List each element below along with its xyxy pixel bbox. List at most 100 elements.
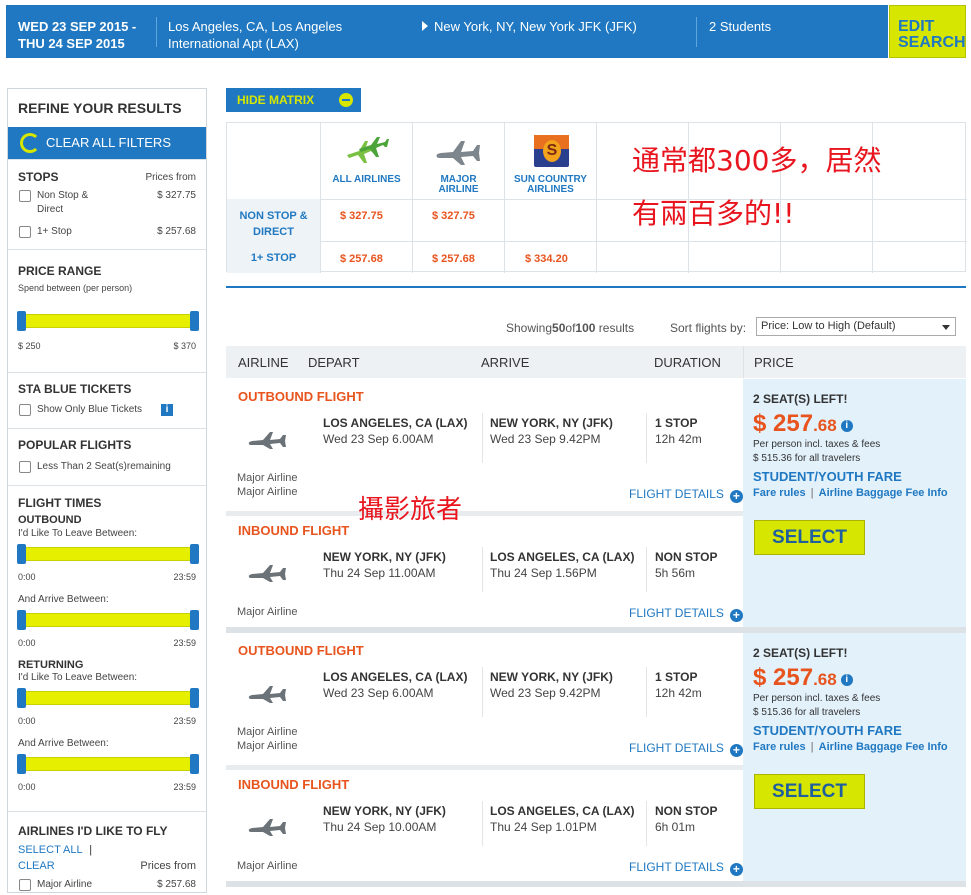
flight-details-link[interactable]: FLIGHT DETAILS + [629, 741, 743, 757]
select-button[interactable]: SELECT [754, 774, 865, 809]
slider-max-handle[interactable] [190, 754, 199, 774]
fare-type: STUDENT/YOUTH FARE [753, 469, 902, 484]
non-stop-checkbox[interactable] [19, 190, 31, 202]
select-all-link[interactable]: SELECT ALL [18, 844, 82, 856]
divider [696, 17, 697, 47]
col-price[interactable]: PRICE [754, 355, 794, 370]
return-date: THU 24 SEP 2015 [18, 36, 125, 51]
plane-icon [248, 432, 286, 449]
sort-label: Sort flights by: [670, 321, 747, 335]
matrix-price[interactable]: $ 334.20 [525, 253, 568, 265]
sidebar-title: REFINE YOUR RESULTS [18, 100, 182, 116]
divider [482, 547, 483, 592]
col-airline[interactable]: AIRLINE [238, 355, 289, 370]
all-airlines-header[interactable]: ALL AIRLINES [321, 175, 412, 185]
grid-line [504, 123, 505, 273]
matrix-price[interactable]: $ 327.75 [340, 210, 383, 222]
col-duration[interactable]: DURATION [654, 355, 721, 370]
returning-leave-slider[interactable] [17, 688, 199, 708]
airline-name: Major Airline [237, 606, 298, 618]
flight-details-link[interactable]: FLIGHT DETAILS + [629, 487, 743, 503]
info-icon[interactable]: i [840, 420, 853, 432]
matrix-price[interactable]: $ 257.68 [432, 253, 475, 265]
flight-details-link[interactable]: FLIGHT DETAILS + [629, 860, 743, 876]
baggage-fee-link[interactable]: Airline Baggage Fee Info [819, 741, 948, 753]
non-stop-row-header[interactable]: NON STOP & DIRECT [227, 208, 320, 240]
outbound-label: OUTBOUND FLIGHT [238, 643, 364, 658]
depart-time: Thu 24 Sep 10.00AM [323, 820, 437, 834]
slider-max-handle[interactable] [190, 544, 199, 564]
inbound-label: INBOUND FLIGHT [238, 523, 350, 538]
showing-label: Showing [506, 321, 553, 335]
stops: NON STOP [655, 804, 718, 818]
destination: New York, NY, New York JFK (JFK) [422, 18, 637, 35]
destination-text: New York, NY, New York JFK (JFK) [434, 19, 637, 34]
popular-checkbox[interactable] [19, 461, 31, 473]
airline-price-matrix: S ALL AIRLINES MAJOR AIRLINE SUN COUNTRY… [226, 122, 967, 273]
slider-max-handle[interactable] [190, 610, 199, 630]
col-depart[interactable]: DEPART [308, 355, 360, 370]
popular-label: Less Than 2 Seat(s)remaining [37, 461, 171, 472]
fare-rules-link[interactable]: Fare rules [753, 487, 806, 499]
slider-min-handle[interactable] [17, 544, 26, 564]
returning-arrive-slider[interactable] [17, 754, 199, 774]
slider-max-handle[interactable] [190, 311, 199, 331]
depart-city: LOS ANGELES, CA (LAX) [323, 416, 468, 430]
price-cents: .68 [813, 416, 837, 435]
flight-times-filter: FLIGHT TIMES OUTBOUND I'd Like To Leave … [8, 485, 206, 810]
hide-matrix-button[interactable]: HIDE MATRIX [226, 88, 361, 112]
divider [646, 801, 647, 846]
of-label: of [565, 321, 576, 335]
major-airline-label-2: AIRLINE [438, 184, 479, 195]
duration: 12h 42m [655, 432, 702, 446]
flight-details-link[interactable]: FLIGHT DETAILS + [629, 606, 743, 622]
select-button[interactable]: SELECT [754, 520, 865, 555]
results-table-header: AIRLINE DEPART ARRIVE DURATION PRICE [226, 346, 966, 378]
origin: Los Angeles, CA, Los Angeles Internation… [168, 18, 342, 52]
baggage-fee-link[interactable]: Airline Baggage Fee Info [819, 487, 948, 499]
slider-min-handle[interactable] [17, 754, 26, 774]
search-summary-bar: WED 23 SEP 2015 - THU 24 SEP 2015 Los An… [6, 5, 888, 58]
slider-min-handle[interactable] [17, 610, 26, 630]
edit-search-button[interactable]: EDIT SEARCH [889, 5, 966, 58]
stops-title: STOPS [18, 170, 59, 184]
time-start: 0:00 [18, 572, 36, 582]
major-airline-checkbox[interactable] [19, 879, 31, 891]
outbound-arrive-slider[interactable] [17, 610, 199, 630]
outbound-leave-slider[interactable] [17, 544, 199, 564]
fare-rules-link[interactable]: Fare rules [753, 741, 806, 753]
arrive-time: Wed 23 Sep 9.42PM [490, 686, 601, 700]
popular-title: POPULAR FLIGHTS [18, 438, 132, 452]
major-airline-header[interactable]: MAJOR AIRLINE [413, 175, 504, 195]
clear-airlines-link[interactable]: CLEAR [18, 860, 55, 872]
travel-dates: WED 23 SEP 2015 - THU 24 SEP 2015 [18, 18, 136, 52]
results-label: results [598, 321, 635, 335]
sun-country-header[interactable]: SUN COUNTRY AIRLINES [505, 175, 596, 195]
origin-line-2: International Apt (LAX) [168, 36, 299, 51]
sort-select[interactable]: Price: Low to High (Default) [756, 317, 956, 336]
matrix-price[interactable]: $ 257.68 [340, 253, 383, 265]
info-icon[interactable]: i [840, 674, 853, 686]
refresh-icon [20, 133, 40, 153]
one-stop-row-header[interactable]: 1+ STOP [227, 252, 320, 264]
matrix-price[interactable]: $ 327.75 [432, 210, 475, 222]
airline-names: Major Airline Major Airline [237, 725, 298, 753]
flight-times-title: FLIGHT TIMES [18, 496, 102, 510]
per-person-note: Per person incl. taxes & fees [753, 693, 881, 704]
total-count: 100 [575, 321, 596, 335]
one-plus-stop-checkbox[interactable] [19, 226, 31, 238]
slider-min-handle[interactable] [17, 688, 26, 708]
logo-letter: S [543, 140, 561, 162]
fare-links: Fare rules | Airline Baggage Fee Info [753, 740, 958, 754]
info-icon[interactable]: i [161, 404, 173, 416]
price-range-subtitle: Spend between (per person) [18, 283, 133, 293]
slider-min-handle[interactable] [17, 311, 26, 331]
price-max: $ 370 [173, 341, 196, 351]
slider-max-handle[interactable] [190, 688, 199, 708]
price-range-slider[interactable] [17, 311, 199, 331]
col-arrive[interactable]: ARRIVE [481, 355, 529, 370]
blue-tickets-checkbox[interactable] [19, 404, 31, 416]
time-start: 0:00 [18, 782, 36, 792]
clear-all-filters-button[interactable]: CLEAR ALL FILTERS [8, 127, 206, 159]
arrive-time: Thu 24 Sep 1.01PM [490, 820, 597, 834]
